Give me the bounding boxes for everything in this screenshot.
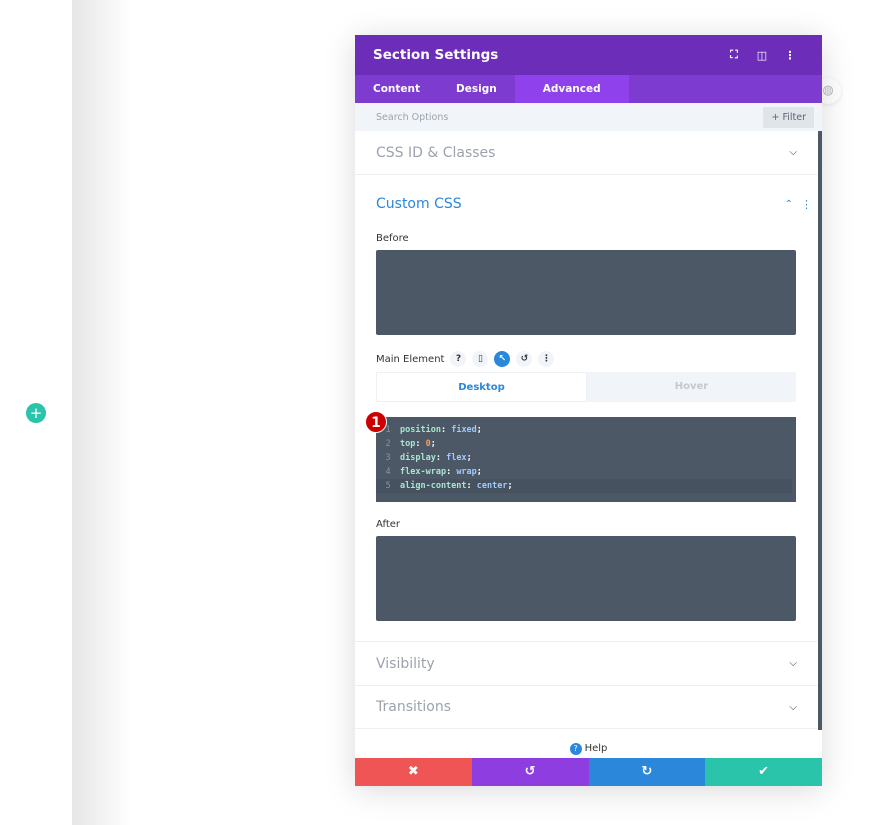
tab-design[interactable]: Design	[438, 75, 515, 103]
css-property: display	[400, 453, 436, 463]
css-property: position	[400, 425, 441, 435]
responsive-icon[interactable]: ▯	[472, 351, 489, 367]
scrollbar[interactable]	[818, 131, 822, 730]
discard-button[interactable]: ✖	[355, 758, 472, 786]
step-badge: 1	[365, 411, 387, 433]
css-value: center	[476, 481, 508, 491]
code-line: 5 align-content: center;	[376, 479, 792, 493]
modal-footer: ✖ ↺ ↻ ✔	[355, 758, 822, 786]
section-title: Transitions	[376, 699, 451, 715]
redo-button[interactable]: ↻	[588, 758, 706, 786]
tab-advanced[interactable]: Advanced	[514, 75, 629, 103]
modal-title: Section Settings	[373, 47, 499, 63]
css-property: flex-wrap	[400, 467, 447, 477]
hover-cursor-icon[interactable]: ↖	[494, 351, 511, 367]
custom-css-title[interactable]: Custom CSS	[376, 196, 785, 212]
css-value: wrap	[456, 467, 477, 477]
main-element-label: Main Element	[376, 353, 445, 365]
tab-content[interactable]: Content	[355, 75, 438, 103]
help-icon: ?	[569, 743, 582, 755]
tab-desktop[interactable]: Desktop	[376, 372, 587, 402]
help-label: Help	[584, 743, 608, 754]
filter-button[interactable]: + Filter	[763, 106, 814, 128]
css-property: align-content	[400, 481, 467, 491]
add-section-button[interactable]: +	[26, 403, 46, 423]
split-view-icon[interactable]: ◫	[748, 49, 776, 62]
modal-header: Section Settings ⛶ ◫ ⋮	[355, 35, 822, 75]
section-settings-modal: Section Settings ⛶ ◫ ⋮ Content Design Ad…	[355, 35, 822, 786]
code-line: 2 top: 0;	[376, 437, 796, 451]
help-link[interactable]: ? Help	[355, 743, 822, 755]
code-line: 4 flex-wrap: wrap;	[376, 465, 796, 479]
more-options-icon[interactable]: ⋮	[538, 351, 555, 367]
more-menu-icon[interactable]: ⋮	[776, 49, 804, 62]
help-icon[interactable]: ?	[450, 351, 467, 367]
before-css-input[interactable]	[376, 250, 796, 335]
chevron-down-icon: ⌵	[789, 147, 797, 158]
after-css-input[interactable]	[376, 536, 796, 621]
visibility-section[interactable]: Visibility ⌵	[355, 642, 822, 686]
chevron-down-icon: ⌵	[789, 658, 797, 669]
code-line: 1 position: fixed;	[376, 423, 796, 437]
search-input[interactable]: Search Options	[376, 112, 763, 123]
chevron-down-icon: ⌵	[789, 701, 797, 713]
line-number: 2	[385, 439, 391, 449]
line-number: 3	[385, 453, 391, 463]
transitions-section[interactable]: Transitions ⌵	[355, 686, 822, 729]
css-value: flex	[446, 453, 467, 463]
builder-sidebar-shadow	[72, 0, 132, 825]
undo-button[interactable]: ↺	[471, 758, 589, 786]
section-title: Visibility	[376, 655, 435, 672]
line-number: 5	[385, 481, 391, 491]
tab-hover[interactable]: Hover	[587, 372, 796, 402]
section-menu-icon[interactable]: ⋮	[801, 198, 812, 211]
after-label: After	[376, 519, 401, 530]
line-number: 4	[385, 467, 391, 477]
custom-css-section: Custom CSS ⌃ ⋮ Before Main Element ? ▯ ↖…	[355, 175, 822, 642]
search-bar: Search Options + Filter	[355, 103, 822, 131]
save-button[interactable]: ✔	[705, 758, 822, 786]
fullscreen-icon[interactable]: ⛶	[720, 48, 748, 62]
reset-icon[interactable]: ↺	[516, 351, 533, 367]
css-property: top	[400, 439, 416, 449]
css-value: fixed	[451, 425, 477, 435]
before-label: Before	[376, 233, 409, 244]
css-id-classes-section[interactable]: CSS ID & Classes ⌵	[355, 131, 822, 175]
chevron-up-icon[interactable]: ⌃	[785, 199, 793, 210]
code-line: 3 display: flex;	[376, 451, 796, 465]
section-title: CSS ID & Classes	[376, 144, 496, 161]
modal-tabs: Content Design Advanced	[355, 75, 822, 103]
main-element-css-editor[interactable]: 1 1 position: fixed; 2 top: 0; 3 display: fle…	[365, 411, 796, 502]
